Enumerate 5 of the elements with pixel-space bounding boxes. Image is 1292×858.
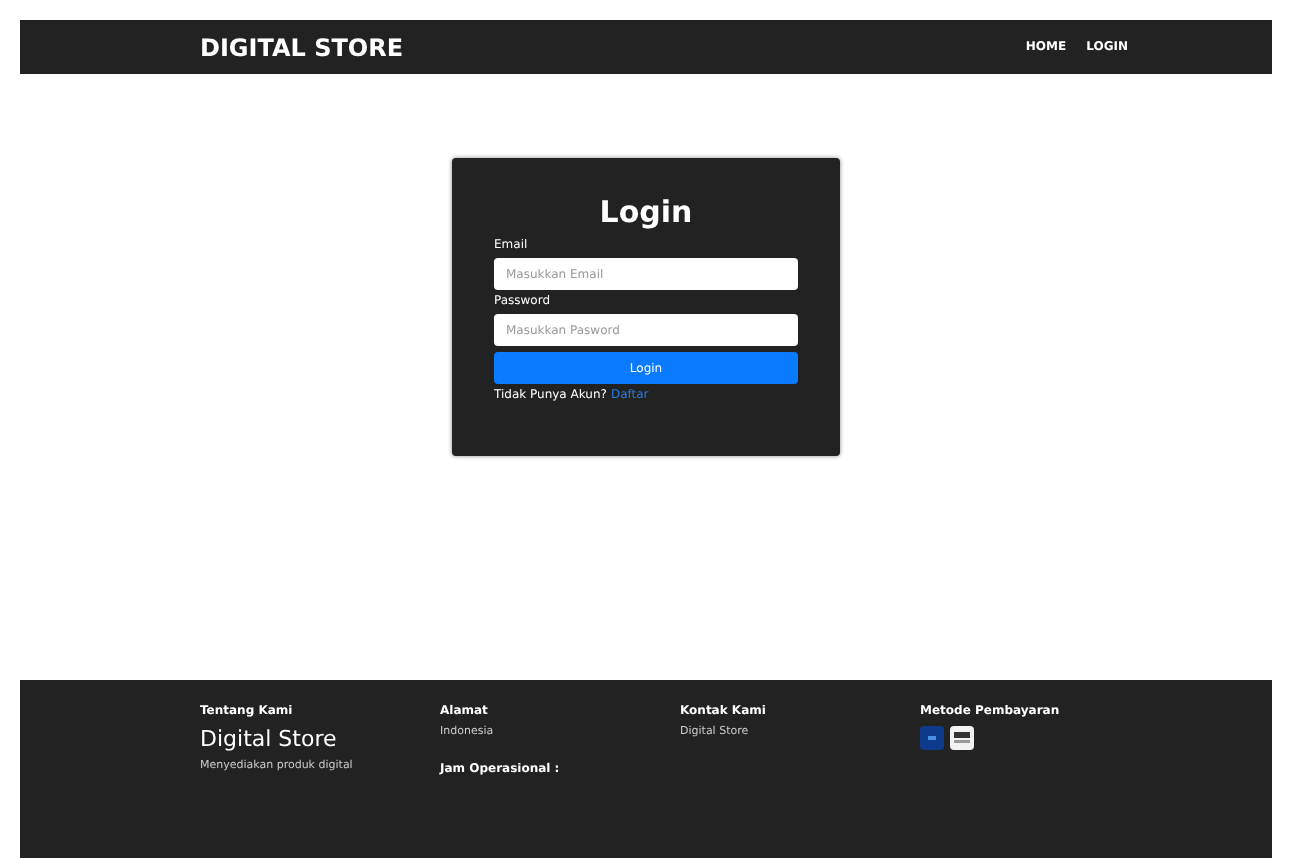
footer-store-name: Digital Store — [200, 726, 339, 752]
payment-logo-icon — [920, 726, 944, 750]
login-title: Login — [597, 194, 695, 230]
payment-logo-icon — [950, 726, 974, 750]
brand-logo[interactable]: DIGITAL STORE — [200, 33, 404, 61]
